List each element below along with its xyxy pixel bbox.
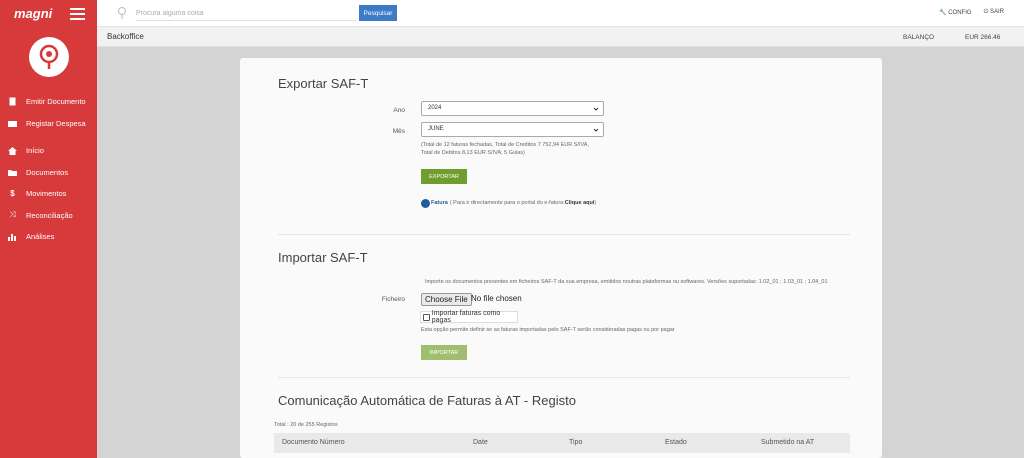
menu-toggle-icon[interactable]	[70, 7, 85, 20]
power-icon: ⏻	[983, 9, 989, 15]
month-value: JUNE	[428, 126, 444, 132]
breadcrumb: Backoffice	[107, 32, 144, 41]
config-label: CONFIG	[948, 10, 972, 16]
avatar[interactable]	[28, 37, 69, 77]
export-summary-line2: Total de Debitos 8,13 EUR S/IVA; 5 Guias…	[421, 149, 525, 156]
communication-title: Comunicação Automática de Faturas à AT -…	[278, 393, 576, 408]
export-title: Exportar SAF-T	[278, 76, 369, 91]
search-button[interactable]: Pesquisar	[359, 5, 397, 21]
pay-checkbox[interactable]	[423, 313, 430, 321]
efatura-link[interactable]: Clique aqui	[565, 200, 595, 208]
efatura-close: )	[594, 199, 597, 206]
efatura-logo-icon	[421, 199, 430, 208]
app-logo[interactable]: magni	[14, 6, 52, 21]
efatura-brand: Fatura	[431, 199, 448, 206]
sub-header: Backoffice BALANÇO EUR 266.46	[97, 27, 1024, 47]
document-icon	[8, 97, 17, 106]
col-tipo: Tipo	[569, 439, 583, 446]
sidebar-item-documentos[interactable]: Documentos	[0, 162, 97, 184]
shuffle-icon: ⤨	[9, 210, 16, 220]
section-divider	[278, 234, 850, 235]
import-button[interactable]: IMPORTAR	[421, 345, 467, 360]
config-link[interactable]: 🔧 CONFIG	[939, 9, 972, 16]
efatura-text: ( Para ir directamente para o portal do …	[449, 199, 565, 206]
year-select[interactable]: 2024	[421, 101, 604, 116]
checkbox-hint: Esta opção permite definir se as faturas…	[421, 327, 675, 333]
sidebar-item-label: Emitir Documento	[26, 97, 86, 107]
file-label: Ficheiro	[381, 296, 405, 303]
import-title: Importar SAF-T	[278, 250, 368, 265]
exit-label: SAIR	[989, 9, 1004, 15]
pay-checkbox-label: Importar faturas como pagas	[431, 310, 501, 324]
sidebar-item-inicio[interactable]: Início	[0, 140, 97, 162]
year-label: Ano	[393, 107, 405, 114]
col-submetido: Submetido na AT	[761, 439, 815, 446]
month-select[interactable]: JUNE	[421, 122, 604, 137]
expense-icon	[8, 119, 17, 128]
col-documento: Documento Número	[282, 439, 345, 446]
dollar-icon: $	[10, 189, 15, 199]
user-pin-icon	[39, 44, 58, 69]
sidebar-item-label: Reconciliação	[26, 210, 73, 220]
sidebar-item-registar-despesa[interactable]: Registar Despesa	[0, 113, 97, 135]
records-total: Total : 20 de 255 Registos	[274, 422, 338, 428]
balance-value: EUR 266.46	[965, 33, 1001, 41]
folder-icon	[8, 168, 17, 177]
sidebar-item-reconciliacao[interactable]: ⤨ Reconciliação	[0, 205, 97, 227]
pay-checkbox-wrapper[interactable]: Importar faturas como pagas	[420, 310, 518, 324]
sidebar-item-analises[interactable]: Análises	[0, 226, 97, 248]
exit-link[interactable]: ⏻ SAIR	[984, 9, 1004, 16]
bar-chart-icon	[8, 232, 17, 241]
top-actions: 🔧 CONFIG ⏻ SAIR	[939, 9, 1004, 16]
section-divider	[278, 377, 850, 378]
sidebar-item-label: Início	[26, 146, 44, 156]
efatura-note: Fatura ( Para ir directamente para o por…	[421, 199, 596, 208]
balance-label: BALANÇO	[903, 33, 935, 41]
sidebar-item-label: Registar Despesa	[26, 118, 86, 128]
sidebar-item-label: Movimentos	[26, 189, 67, 199]
export-button[interactable]: EXPORTAR	[421, 169, 467, 184]
choose-file-button[interactable]: Choose File	[421, 293, 472, 306]
col-estado: Estado	[665, 439, 687, 446]
sidebar-item-label: Documentos	[26, 167, 69, 177]
search-input[interactable]	[136, 6, 356, 21]
export-summary-line1: (Total de 12 faturas fechadas, Total de …	[421, 142, 589, 148]
chevron-down-icon	[593, 126, 599, 139]
search-icon	[117, 6, 127, 25]
chevron-down-icon	[593, 105, 599, 118]
sidebar: magni Emitir Documento Registar Despesa …	[0, 0, 97, 458]
sidebar-item-emitir-documento[interactable]: Emitir Documento	[0, 91, 97, 113]
home-icon	[8, 146, 17, 155]
wrench-icon: 🔧	[939, 10, 947, 16]
table-header: Documento Número Date Tipo Estado Submet…	[274, 433, 850, 453]
sidebar-item-label: Análises	[26, 232, 55, 242]
col-date: Date	[473, 439, 488, 446]
export-summary: (Total de 12 faturas fechadas, Total de …	[421, 142, 589, 157]
file-status: No file chosen	[471, 294, 522, 303]
import-description: Importe os documentos presentes em fiche…	[425, 279, 828, 285]
top-bar: Pesquisar 🔧 CONFIG ⏻ SAIR	[97, 0, 1024, 27]
month-label: Mês	[392, 128, 405, 135]
sidebar-item-movimentos[interactable]: $ Movimentos	[0, 183, 97, 205]
sidebar-nav: Emitir Documento Registar Despesa Início…	[0, 91, 97, 248]
logo-bar: magni	[0, 0, 97, 27]
year-value: 2024	[428, 105, 442, 111]
